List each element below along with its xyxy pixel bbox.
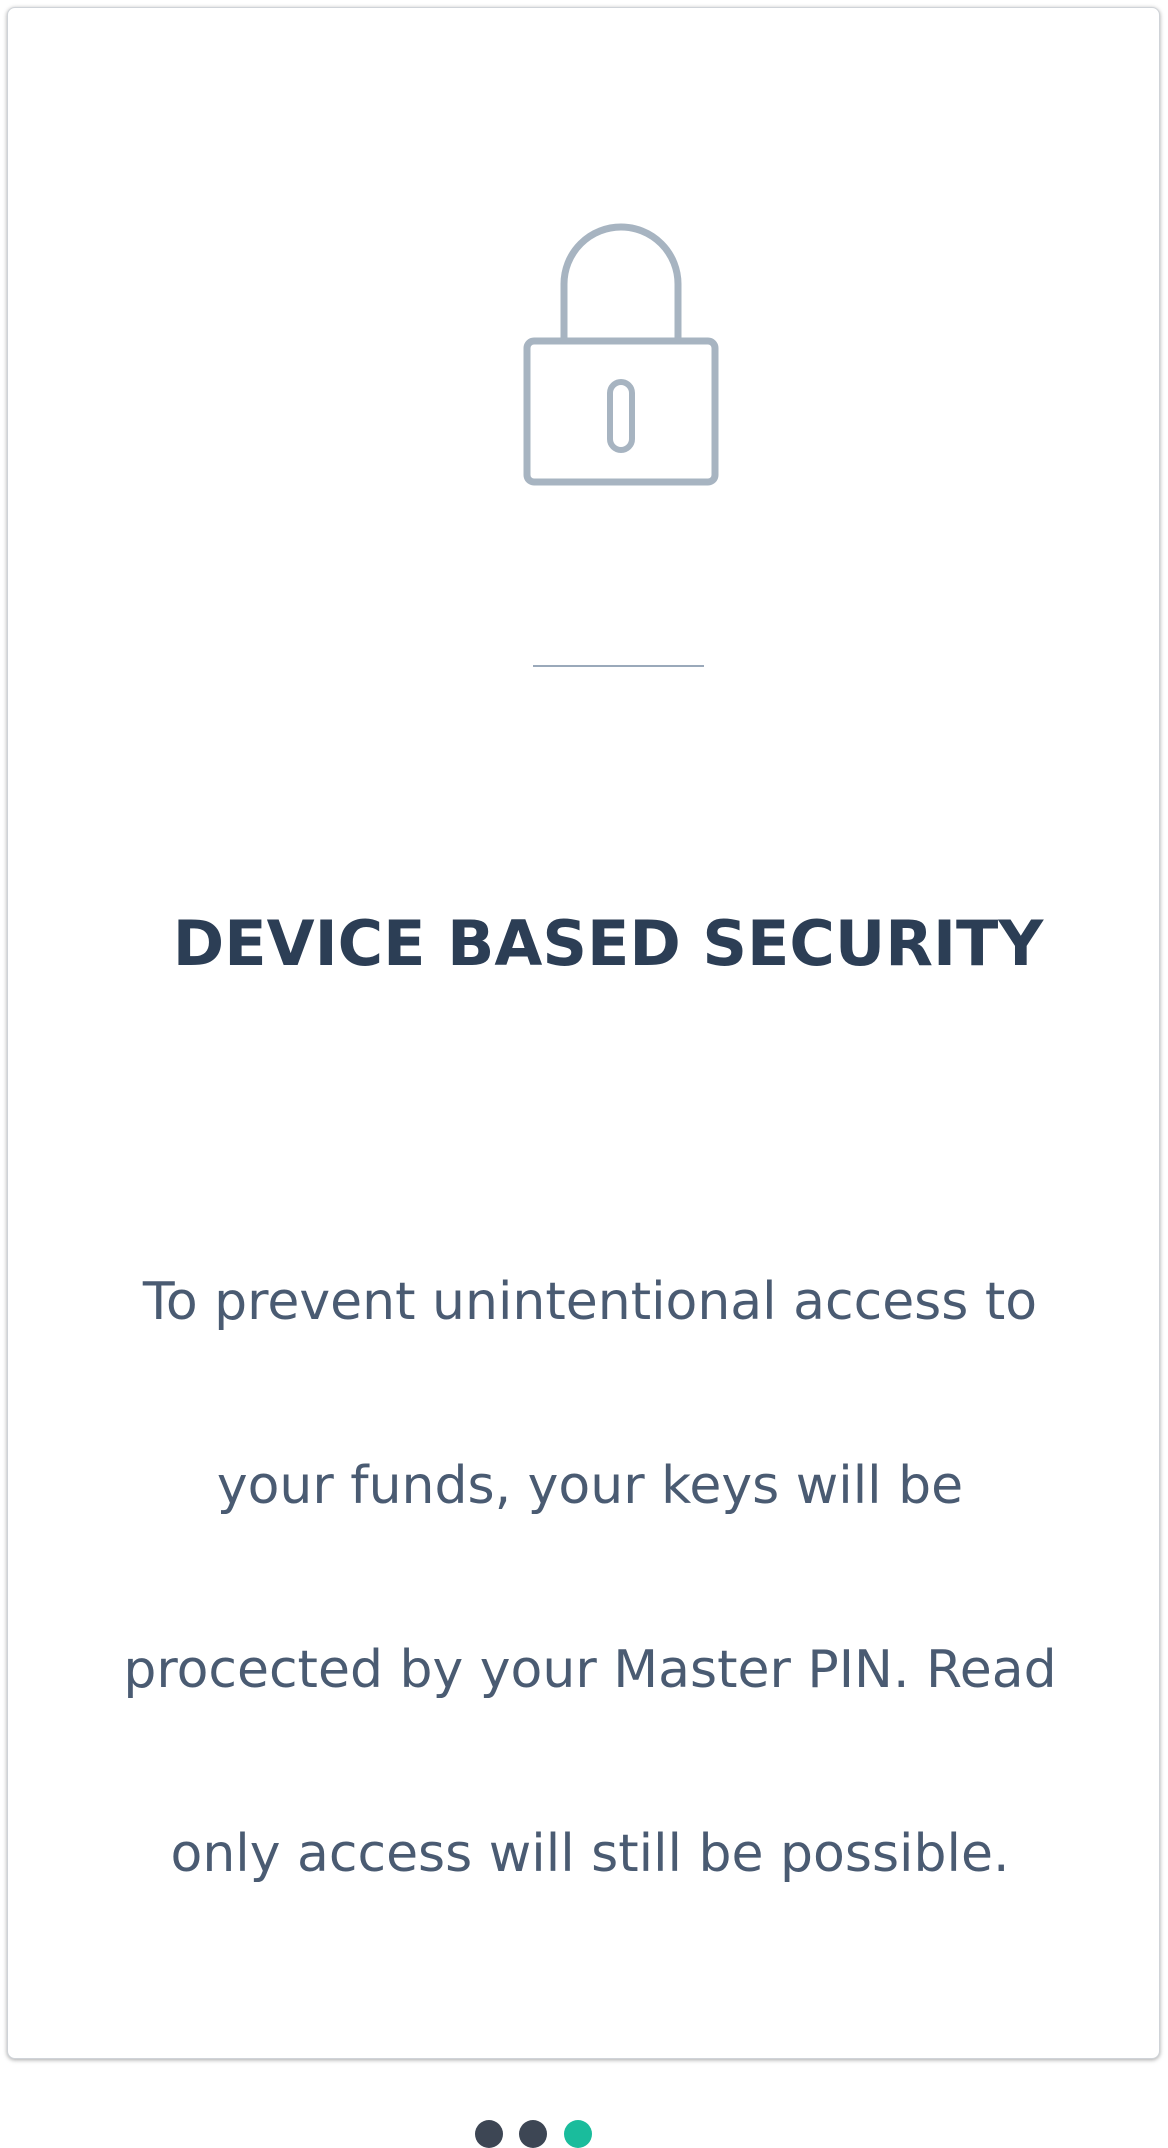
- page-dot-3-active[interactable]: [564, 2120, 592, 2148]
- lock-icon: [523, 223, 719, 486]
- page-dot-2[interactable]: [519, 2120, 547, 2148]
- description-line: only access will still be possible.: [170, 1824, 1010, 1884]
- description-line: your funds, your keys will be: [216, 1456, 964, 1516]
- description-text: To prevent unintentional access to your …: [100, 1164, 1080, 1992]
- page-indicator: [0, 2120, 1168, 2148]
- description-line: procected by your Master PIN. Read: [123, 1640, 1057, 1700]
- divider-line: [533, 665, 704, 667]
- page-dot-1[interactable]: [475, 2120, 503, 2148]
- description-line: To prevent unintentional access to: [142, 1272, 1038, 1332]
- page-title: DEVICE BASED SECURITY: [172, 907, 1044, 980]
